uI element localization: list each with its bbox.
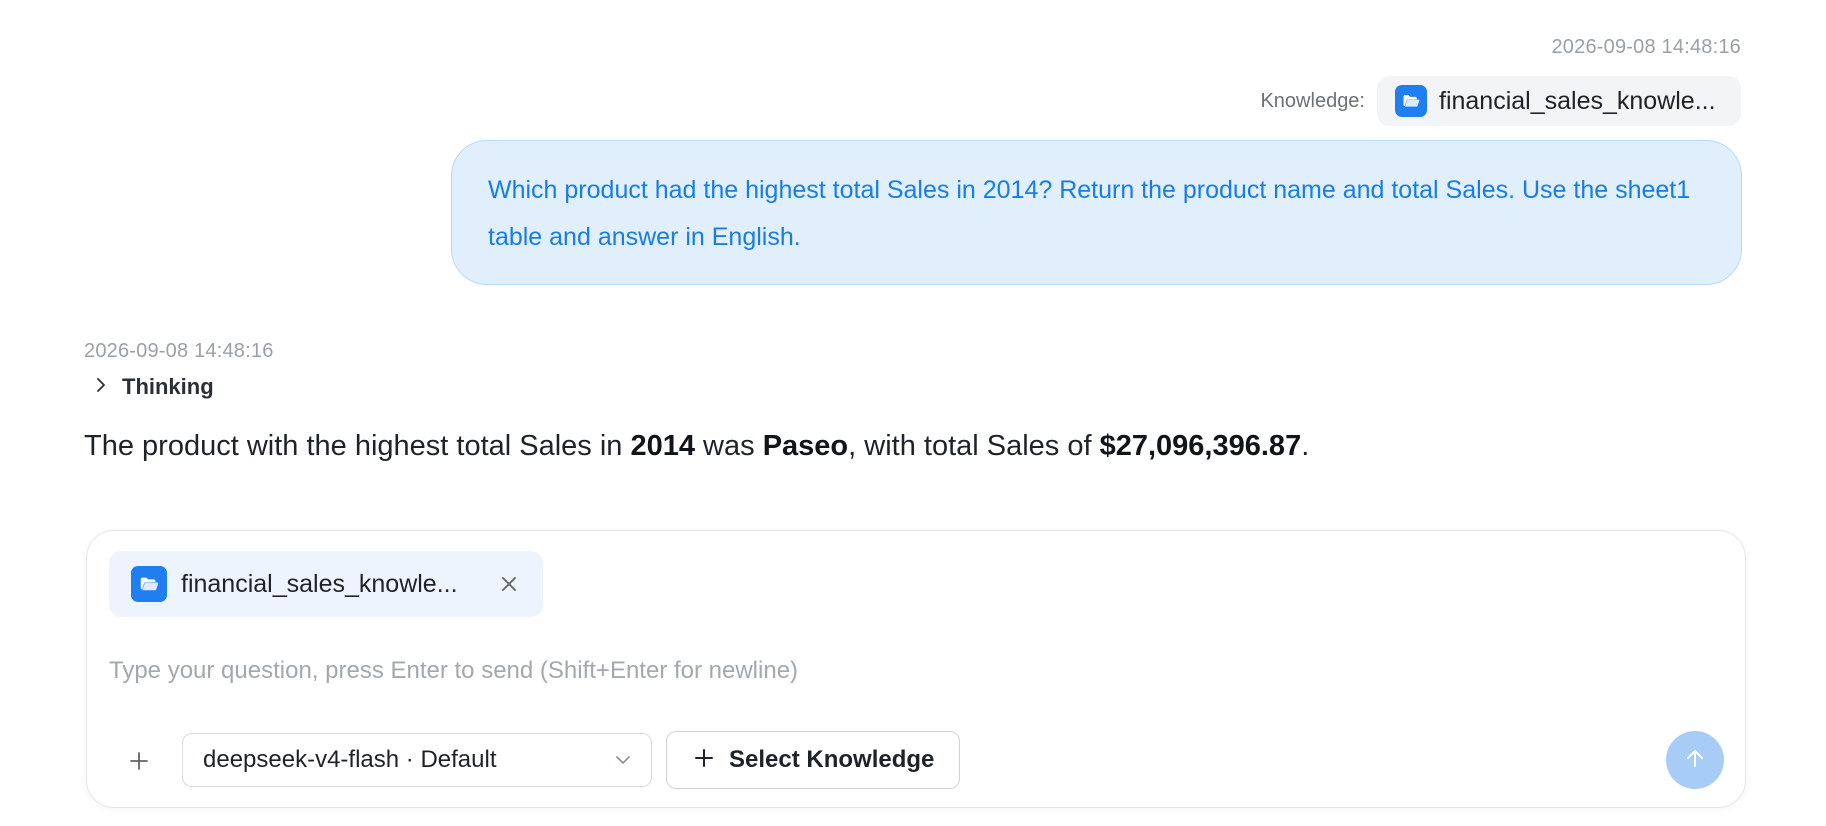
question-input[interactable] — [109, 651, 1709, 691]
knowledge-label: Knowledge: — [1260, 89, 1365, 112]
knowledge-name: financial_sales_knowle... — [1439, 86, 1716, 115]
attached-knowledge-chip[interactable]: financial_sales_knowle... — [109, 551, 543, 617]
answer-text-4: . — [1301, 430, 1310, 462]
assistant-answer: The product with the highest total Sales… — [84, 430, 1309, 463]
answer-text-1: The product with the highest total Sales… — [84, 430, 631, 462]
plus-icon[interactable] — [123, 745, 155, 777]
assistant-message-timestamp: 2026-09-08 14:48:16 — [84, 340, 274, 362]
close-icon[interactable] — [497, 572, 521, 596]
knowledge-pill[interactable]: financial_sales_knowle... — [1377, 76, 1741, 126]
user-message-bubble: Which product had the highest total Sale… — [451, 140, 1742, 285]
answer-product: Paseo — [762, 430, 849, 462]
answer-year: 2014 — [630, 430, 695, 462]
chat-page: 2026-09-08 14:48:16 Knowledge: financial… — [0, 0, 1826, 826]
model-label: deepseek-v4-flash · Default — [203, 746, 497, 773]
answer-text-2: was — [695, 430, 763, 462]
thinking-toggle[interactable]: Thinking — [92, 374, 214, 400]
answer-text-3: , with total Sales of — [848, 430, 1100, 462]
arrow-up-icon — [1683, 746, 1707, 775]
plus-icon — [693, 747, 715, 774]
user-message-timestamp: 2026-09-08 14:48:16 — [1551, 36, 1741, 58]
send-button[interactable] — [1666, 731, 1724, 789]
folder-open-icon — [1395, 85, 1427, 117]
answer-amount: $27,096,396.87 — [1099, 430, 1302, 462]
chevron-right-icon — [92, 376, 110, 399]
select-knowledge-label: Select Knowledge — [729, 746, 935, 773]
user-message-knowledge: Knowledge: financial_sales_knowle... — [1260, 76, 1741, 126]
model-select[interactable]: deepseek-v4-flash · Default — [182, 733, 652, 787]
folder-open-icon — [131, 566, 167, 602]
select-knowledge-button[interactable]: Select Knowledge — [666, 731, 960, 789]
attached-knowledge-name: financial_sales_knowle... — [181, 569, 458, 598]
message-composer: financial_sales_knowle... deepseek-v4-fl… — [86, 530, 1746, 808]
chevron-down-icon — [613, 750, 633, 770]
thinking-label: Thinking — [122, 374, 214, 399]
